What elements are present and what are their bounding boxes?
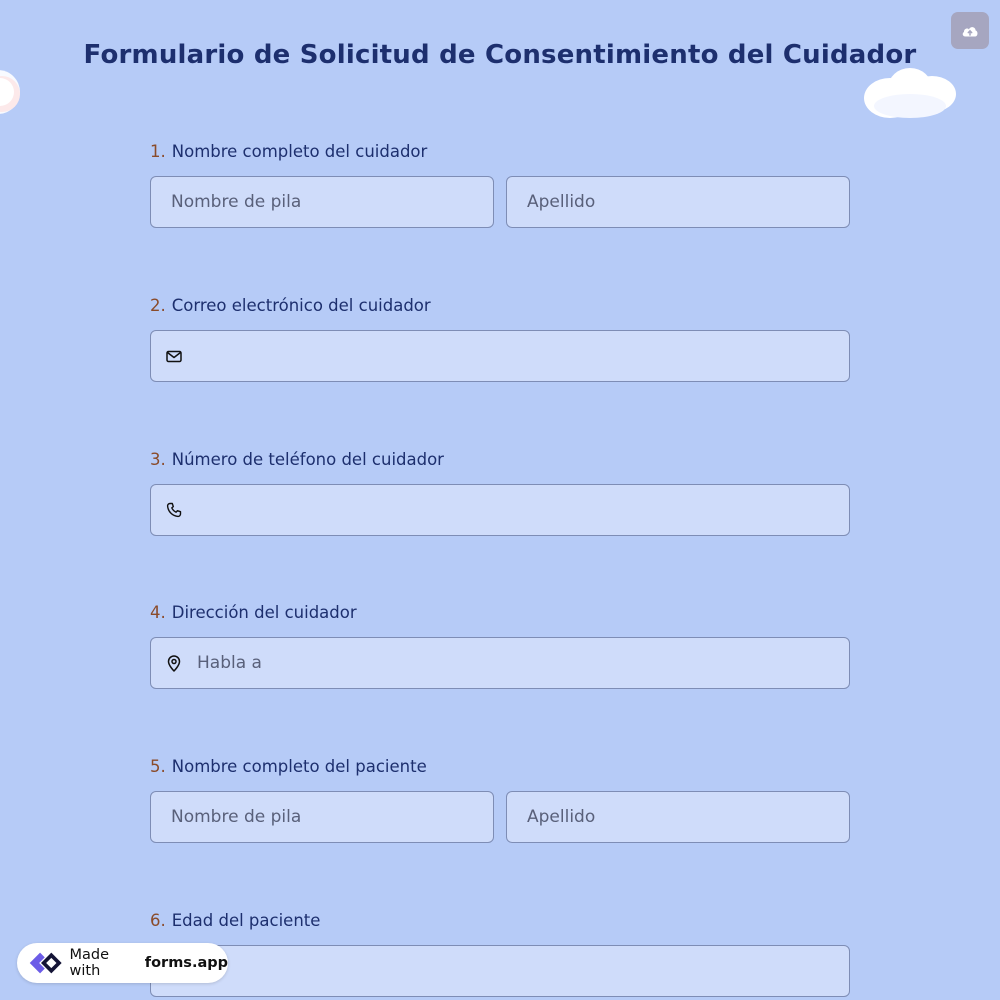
question-patient-name: 5. Nombre completo del paciente Nombre de… — [150, 756, 850, 843]
question-text: Nombre completo del paciente — [171, 757, 427, 776]
question-caregiver-address: 4. Dirección del cuidador Habla a — [150, 602, 850, 689]
cloud-upload-icon — [962, 26, 978, 36]
forms-app-logo-icon — [29, 952, 62, 974]
question-number: 2. — [150, 296, 166, 315]
envelope-icon — [165, 347, 183, 365]
map-pin-icon — [165, 654, 183, 672]
question-number: 6. — [150, 911, 166, 930]
caregiver-phone-input[interactable] — [150, 484, 850, 536]
question-label: 4. Dirección del cuidador — [150, 602, 850, 624]
question-number: 1. — [150, 142, 166, 161]
badge-prefix: Made with — [69, 947, 110, 979]
input-placeholder: Nombre de pila — [171, 192, 302, 212]
caregiver-address-input[interactable]: Habla a — [150, 637, 850, 689]
patient-last-name-input[interactable]: Apellido — [506, 791, 850, 843]
input-placeholder: Habla a — [197, 653, 262, 673]
page-title: Formulario de Solicitud de Consentimient… — [83, 40, 917, 70]
question-text: Número de teléfono del cuidador — [171, 450, 444, 469]
cloud-left-decoration — [0, 70, 20, 114]
input-placeholder: Nombre de pila — [171, 807, 302, 827]
question-number: 5. — [150, 757, 166, 776]
caregiver-email-input[interactable] — [150, 330, 850, 382]
cloud-right-decoration — [864, 68, 956, 118]
question-text: Correo electrónico del cuidador — [171, 296, 431, 315]
question-caregiver-email: 2. Correo electrónico del cuidador — [150, 295, 850, 382]
question-patient-age: 6. Edad del paciente — [150, 910, 850, 997]
badge-brand: forms.app — [144, 955, 228, 971]
patient-first-name-input[interactable]: Nombre de pila — [150, 791, 494, 843]
phone-icon — [165, 501, 183, 519]
made-with-forms-app-badge[interactable]: Made with forms.app — [17, 943, 228, 983]
question-caregiver-phone: 3. Número de teléfono del cuidador — [150, 449, 850, 536]
question-text: Dirección del cuidador — [171, 603, 357, 622]
question-label: 2. Correo electrónico del cuidador — [150, 295, 850, 317]
question-label: 3. Número de teléfono del cuidador — [150, 449, 850, 471]
caregiver-first-name-input[interactable]: Nombre de pila — [150, 176, 494, 228]
question-caregiver-name: 1. Nombre completo del cuidador Nombre de… — [150, 141, 850, 228]
input-placeholder: Apellido — [527, 192, 596, 212]
input-placeholder: Apellido — [527, 807, 596, 827]
question-text: Nombre completo del cuidador — [171, 142, 428, 161]
question-number: 4. — [150, 603, 166, 622]
question-label: 5. Nombre completo del paciente — [150, 756, 850, 778]
question-label: 1. Nombre completo del cuidador — [150, 141, 850, 163]
question-number: 3. — [150, 450, 166, 469]
question-label: 6. Edad del paciente — [150, 910, 850, 932]
patient-age-input[interactable] — [150, 945, 850, 997]
caregiver-last-name-input[interactable]: Apellido — [506, 176, 850, 228]
question-text: Edad del paciente — [171, 911, 321, 930]
